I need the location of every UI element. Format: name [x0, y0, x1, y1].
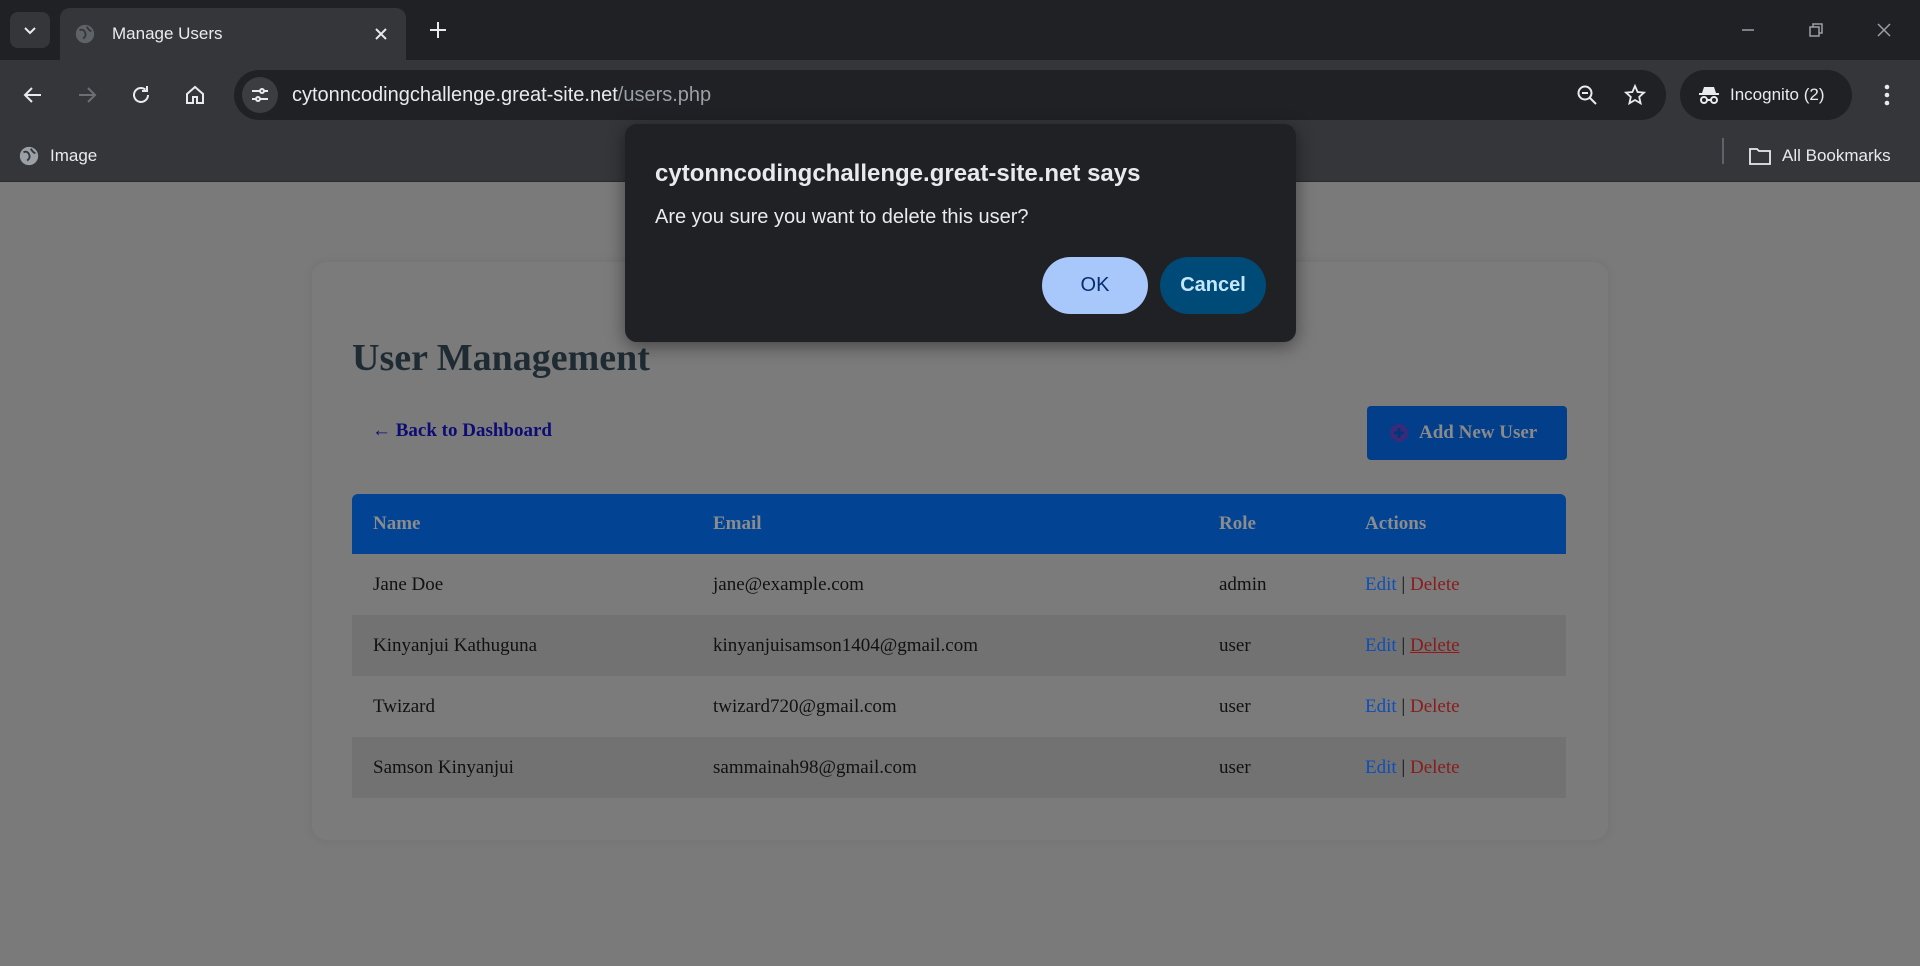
incognito-icon	[1699, 87, 1719, 104]
delete-user-link[interactable]: Delete	[1410, 635, 1460, 656]
home-icon	[186, 85, 204, 104]
users-table: Name Email Role Actions Jane Doe jane@ex…	[352, 494, 1566, 798]
column-header-actions: Actions	[1365, 513, 1427, 534]
url-text: cytonncodingchallenge.great-site.net/use…	[292, 84, 1570, 107]
forward-button[interactable]	[70, 78, 104, 112]
user-actions: Edit | Delete	[1344, 676, 1566, 737]
delete-user-link[interactable]: Delete	[1410, 574, 1460, 595]
dialog-title: cytonncodingchallenge.great-site.net say…	[655, 160, 1141, 187]
delete-user-link[interactable]: Delete	[1410, 696, 1460, 717]
zoom-button[interactable]	[1570, 78, 1604, 112]
dialog-message: Are you sure you want to delete this use…	[655, 206, 1029, 228]
user-email: kinyanjuisamson1404@gmail.com	[713, 634, 978, 656]
edit-user-link[interactable]: Edit	[1365, 635, 1397, 656]
table-row: Jane Doe jane@example.com admin Edit | D…	[352, 554, 1566, 615]
bookmark-star-button[interactable]	[1618, 78, 1652, 112]
home-button[interactable]	[178, 78, 212, 112]
globe-icon	[19, 146, 39, 166]
plus-icon	[1390, 424, 1408, 442]
user-name: Samson Kinyanjui	[373, 756, 514, 778]
user-management-card: User Management ← Back to Dashboard Add …	[312, 262, 1608, 840]
edit-user-link[interactable]: Edit	[1365, 574, 1397, 595]
table-row: Kinyanjui Kathuguna kinyanjuisamson1404@…	[352, 615, 1566, 676]
user-role: user	[1219, 634, 1251, 656]
incognito-label: Incognito (2)	[1730, 85, 1825, 104]
address-bar[interactable]: cytonncodingchallenge.great-site.net/use…	[234, 70, 1666, 120]
tab-title: Manage Users	[112, 24, 223, 43]
minimize-button[interactable]	[1732, 14, 1764, 46]
restore-button[interactable]	[1800, 14, 1832, 46]
table-row: Samson Kinyanjui sammainah98@gmail.com u…	[352, 737, 1566, 798]
restore-icon	[1809, 23, 1823, 37]
edit-user-link[interactable]: Edit	[1365, 696, 1397, 717]
action-separator: |	[1401, 573, 1406, 595]
page-title: User Management	[352, 337, 650, 379]
browser-menu-button[interactable]	[1870, 78, 1904, 112]
ok-button[interactable]: OK	[1042, 257, 1148, 314]
tab-search-button[interactable]	[10, 12, 50, 48]
action-separator: |	[1401, 756, 1406, 778]
edit-user-link[interactable]: Edit	[1365, 757, 1397, 778]
user-actions: Edit | Delete	[1344, 737, 1566, 798]
cancel-button[interactable]: Cancel	[1160, 257, 1266, 314]
bookmarks-divider	[1722, 138, 1724, 164]
globe-icon	[75, 24, 95, 44]
folder-icon	[1749, 148, 1771, 165]
back-to-dashboard-link[interactable]: ← Back to Dashboard	[372, 420, 552, 442]
zoom-out-icon	[1577, 85, 1597, 105]
table-row: Twizard twizard720@gmail.com user Edit |…	[352, 676, 1566, 737]
action-separator: |	[1401, 634, 1406, 656]
add-new-user-label: Add New User	[1419, 422, 1538, 443]
close-window-button[interactable]	[1868, 14, 1900, 46]
new-tab-button[interactable]	[422, 14, 454, 46]
user-name: Twizard	[373, 695, 435, 717]
url-host: cytonncodingchallenge.great-site.net	[292, 83, 618, 106]
url-path: /users.php	[617, 83, 712, 106]
incognito-indicator[interactable]: Incognito (2)	[1680, 70, 1852, 120]
bookmark-label: Image	[50, 146, 98, 165]
user-name: Kinyanjui Kathuguna	[373, 634, 538, 656]
user-actions: Edit | Delete	[1344, 615, 1566, 676]
table-header-row: Name Email Role Actions	[352, 494, 1566, 554]
column-header-role: Role	[1219, 513, 1256, 534]
add-new-user-button[interactable]: Add New User	[1367, 406, 1567, 460]
minimize-icon	[1742, 29, 1754, 31]
browser-toolbar: cytonncodingchallenge.great-site.net/use…	[0, 60, 1920, 130]
back-button[interactable]	[16, 78, 50, 112]
more-vert-icon	[1884, 84, 1890, 106]
delete-user-link[interactable]: Delete	[1410, 757, 1460, 778]
user-role: user	[1219, 756, 1251, 778]
user-name: Jane Doe	[373, 573, 444, 595]
user-email: twizard720@gmail.com	[713, 695, 897, 717]
tab-strip: Manage Users	[0, 0, 1920, 60]
site-info-button[interactable]	[242, 77, 278, 113]
action-separator: |	[1401, 695, 1406, 717]
close-icon	[1877, 23, 1891, 37]
user-email: sammainah98@gmail.com	[713, 756, 917, 778]
user-role: admin	[1219, 573, 1267, 595]
user-actions: Edit | Delete	[1344, 554, 1566, 615]
reload-button[interactable]	[124, 78, 158, 112]
tab-close-button[interactable]	[370, 23, 392, 45]
arrow-right-icon	[79, 87, 97, 103]
arrow-left-icon	[23, 87, 41, 103]
bookmark-image[interactable]: Image	[18, 140, 97, 172]
bookmark-label: All Bookmarks	[1782, 146, 1891, 165]
user-email: jane@example.com	[713, 573, 864, 595]
plus-icon	[430, 22, 446, 38]
close-icon	[375, 28, 387, 40]
reload-icon	[133, 86, 149, 103]
column-header-email: Email	[713, 513, 762, 534]
column-header-name: Name	[373, 513, 421, 534]
star-icon	[1624, 84, 1646, 106]
chevron-down-icon	[24, 27, 36, 35]
user-role: user	[1219, 695, 1251, 717]
browser-tab[interactable]: Manage Users	[60, 8, 406, 60]
tune-icon	[252, 88, 268, 102]
all-bookmarks-button[interactable]: All Bookmarks	[1748, 140, 1891, 172]
confirm-dialog: cytonncodingchallenge.great-site.net say…	[625, 124, 1296, 342]
